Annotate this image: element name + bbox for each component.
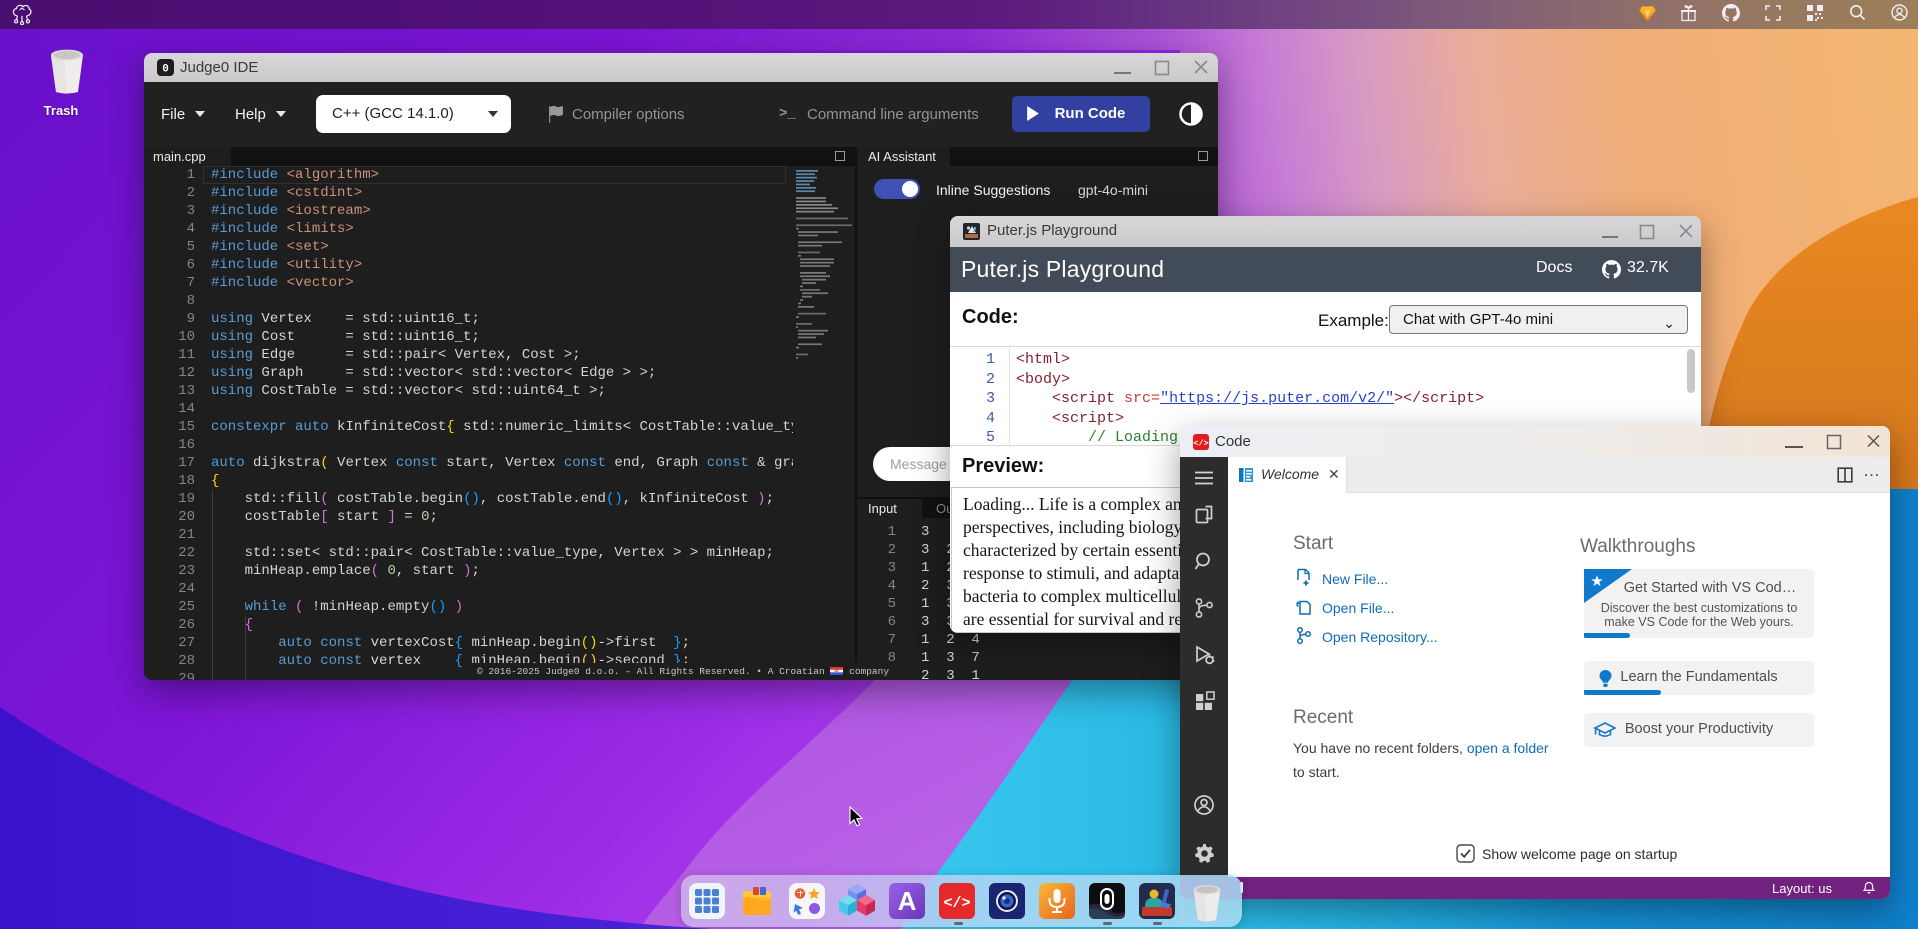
svg-text:</>: </> — [1193, 439, 1208, 449]
svg-text:</>: </> — [943, 895, 970, 912]
svg-text:0: 0 — [162, 64, 169, 76]
svg-text:A: A — [898, 886, 917, 916]
